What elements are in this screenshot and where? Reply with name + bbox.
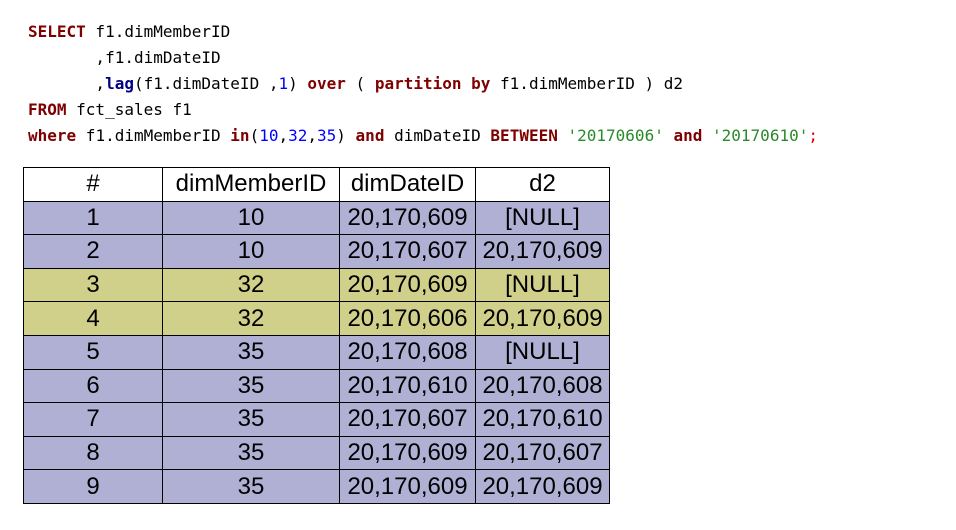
result-grid-header: # dimMemberID dimDateID d2	[23, 167, 610, 202]
sql-text: )	[288, 74, 308, 93]
sql-number: 35	[317, 126, 337, 145]
cell-d2[interactable]: [NULL]	[475, 334, 610, 370]
cell-dimmemberid[interactable]: 35	[162, 435, 340, 471]
cell-row-number[interactable]: 1	[23, 200, 163, 236]
sql-text: (	[345, 74, 375, 93]
cell-d2[interactable]: [NULL]	[475, 200, 610, 236]
sql-keyword-and: and	[673, 126, 703, 145]
cell-d2[interactable]: 20,170,609	[475, 469, 610, 504]
cell-d2[interactable]: 20,170,607	[475, 435, 610, 471]
cell-d2[interactable]: 20,170,608	[475, 368, 610, 404]
column-header-number[interactable]: #	[23, 167, 163, 202]
sql-text: ,f1.dimDateID	[28, 48, 221, 67]
cell-d2[interactable]: 20,170,609	[475, 234, 610, 269]
sql-text: f1.dimMemberID	[76, 126, 231, 145]
sql-text: dimDateID	[384, 126, 491, 145]
column-header-dimmemberid[interactable]: dimMemberID	[162, 167, 340, 202]
header-row: # dimMemberID dimDateID d2	[23, 167, 610, 202]
cell-dimdateid[interactable]: 20,170,609	[339, 267, 476, 303]
result-grid-body: 1 10 20,170,609 [NULL] 2 10 20,170,607 20,170,6…	[23, 200, 610, 504]
cell-row-number[interactable]: 8	[23, 435, 163, 471]
cell-dimmemberid[interactable]: 10	[162, 200, 340, 236]
cell-dimmemberid[interactable]: 35	[162, 334, 340, 370]
sql-text: ,	[307, 126, 318, 145]
cell-dimdateid[interactable]: 20,170,608	[339, 334, 476, 370]
sql-string-literal: '20170606'	[567, 126, 664, 145]
sql-text: ,	[28, 74, 106, 93]
cell-dimmemberid[interactable]: 10	[162, 234, 340, 269]
cell-dimdateid[interactable]: 20,170,606	[339, 301, 476, 336]
cell-dimdateid[interactable]: 20,170,609	[339, 200, 476, 236]
column-header-dimdateid[interactable]: dimDateID	[339, 167, 476, 202]
table-row[interactable]: 5 35 20,170,608 [NULL]	[23, 334, 610, 370]
cell-dimdateid[interactable]: 20,170,609	[339, 469, 476, 504]
sql-number: 10	[259, 126, 279, 145]
cell-d2[interactable]: [NULL]	[475, 267, 610, 303]
cell-row-number[interactable]: 7	[23, 402, 163, 437]
cell-row-number[interactable]: 9	[23, 469, 163, 504]
cell-row-number[interactable]: 3	[23, 267, 163, 303]
table-row[interactable]: 6 35 20,170,610 20,170,608	[23, 368, 610, 404]
sql-keyword-select: SELECT	[28, 22, 86, 41]
cell-d2[interactable]: 20,170,610	[475, 402, 610, 437]
sql-line-4: FROM fct_sales f1	[28, 97, 818, 123]
sql-function-lag: lag	[105, 74, 134, 93]
sql-keyword-over: over	[307, 74, 346, 93]
table-row[interactable]: 7 35 20,170,607 20,170,610	[23, 402, 610, 437]
cell-dimmemberid[interactable]: 35	[162, 402, 340, 437]
table-row[interactable]: 8 35 20,170,609 20,170,607	[23, 435, 610, 471]
cell-dimmemberid[interactable]: 35	[162, 469, 340, 504]
sql-text: )	[336, 126, 356, 145]
sql-keyword-partition-by: partition by	[374, 74, 491, 93]
sql-line-1: SELECT f1.dimMemberID	[28, 19, 818, 45]
sql-number: 32	[288, 126, 308, 145]
sql-keyword-from: FROM	[28, 100, 67, 119]
sql-keyword-where: where	[28, 126, 77, 145]
sql-text: (	[249, 126, 260, 145]
cell-row-number[interactable]: 5	[23, 334, 163, 370]
cell-row-number[interactable]: 6	[23, 368, 163, 404]
cell-dimdateid[interactable]: 20,170,607	[339, 234, 476, 269]
cell-dimmemberid[interactable]: 35	[162, 368, 340, 404]
sql-line-2: ,f1.dimDateID	[28, 45, 818, 71]
sql-text: ,	[278, 126, 289, 145]
result-grid: # dimMemberID dimDateID d2 1 10 20,170,609…	[23, 167, 610, 504]
sql-semicolon: ;	[808, 126, 818, 145]
sql-line-5: where f1.dimMemberID in(10,32,35) and di…	[28, 123, 818, 149]
sql-keyword-in: in	[230, 126, 250, 145]
cell-row-number[interactable]: 4	[23, 301, 163, 336]
sql-keyword-between: BETWEEN	[490, 126, 558, 145]
sql-text: f1.dimMemberID ) d2	[490, 74, 684, 93]
cell-row-number[interactable]: 2	[23, 234, 163, 269]
sql-text: fct_sales f1	[66, 100, 192, 119]
cell-dimdateid[interactable]: 20,170,610	[339, 368, 476, 404]
table-row[interactable]: 2 10 20,170,607 20,170,609	[23, 234, 610, 269]
sql-number: 1	[278, 74, 289, 93]
sql-text: (f1.dimDateID ,	[133, 74, 279, 93]
cell-d2[interactable]: 20,170,609	[475, 301, 610, 336]
cell-dimdateid[interactable]: 20,170,609	[339, 435, 476, 471]
sql-keyword-and: and	[355, 126, 385, 145]
table-row[interactable]: 4 32 20,170,606 20,170,609	[23, 301, 610, 336]
table-row[interactable]: 3 32 20,170,609 [NULL]	[23, 267, 610, 303]
cell-dimdateid[interactable]: 20,170,607	[339, 402, 476, 437]
table-row[interactable]: 1 10 20,170,609 [NULL]	[23, 200, 610, 236]
sql-line-3: ,lag(f1.dimDateID ,1) over ( partition b…	[28, 71, 818, 97]
cell-dimmemberid[interactable]: 32	[162, 301, 340, 336]
column-header-d2[interactable]: d2	[475, 167, 610, 202]
table-row[interactable]: 9 35 20,170,609 20,170,609	[23, 469, 610, 504]
sql-string-literal: '20170610'	[712, 126, 809, 145]
sql-query-block: SELECT f1.dimMemberID ,f1.dimDateID ,lag…	[28, 19, 818, 149]
cell-dimmemberid[interactable]: 32	[162, 267, 340, 303]
sql-text: f1.dimMemberID	[85, 22, 231, 41]
